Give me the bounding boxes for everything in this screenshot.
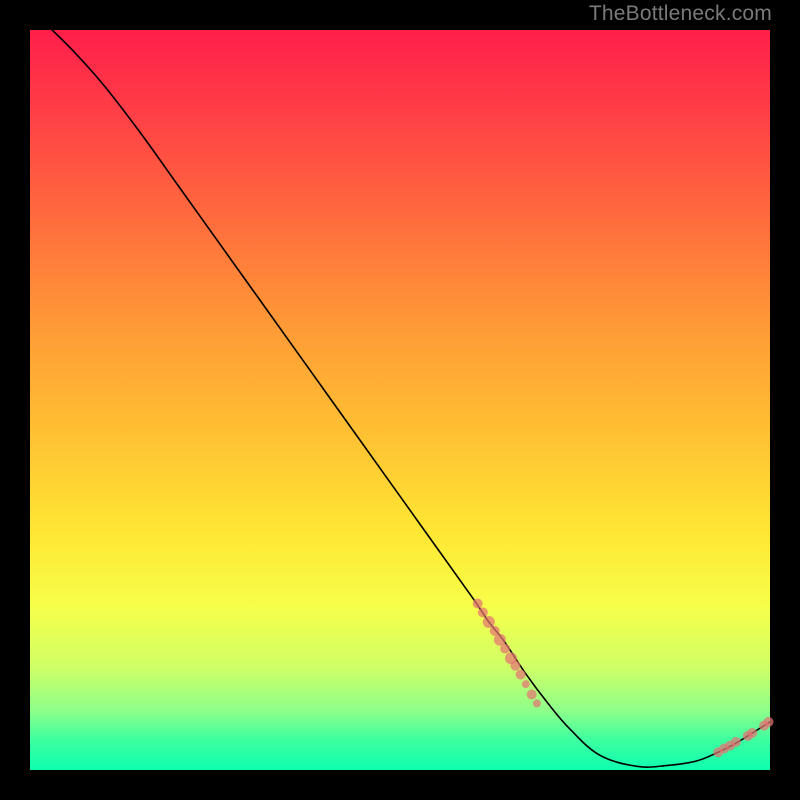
data-point — [527, 690, 537, 700]
data-point — [516, 670, 526, 680]
bottleneck-curve — [52, 30, 770, 767]
data-point — [473, 599, 483, 609]
data-point — [747, 728, 757, 738]
plot-area — [30, 30, 770, 770]
data-point — [764, 717, 774, 727]
data-point — [731, 737, 741, 747]
data-point — [522, 680, 530, 688]
chart-frame: TheBottleneck.com — [0, 0, 800, 800]
data-point — [478, 607, 488, 617]
chart-svg — [30, 30, 770, 770]
scatter-dots — [473, 599, 774, 758]
data-point — [500, 644, 510, 654]
data-point — [533, 699, 541, 707]
watermark-text: TheBottleneck.com — [589, 2, 772, 26]
data-point — [510, 661, 520, 671]
